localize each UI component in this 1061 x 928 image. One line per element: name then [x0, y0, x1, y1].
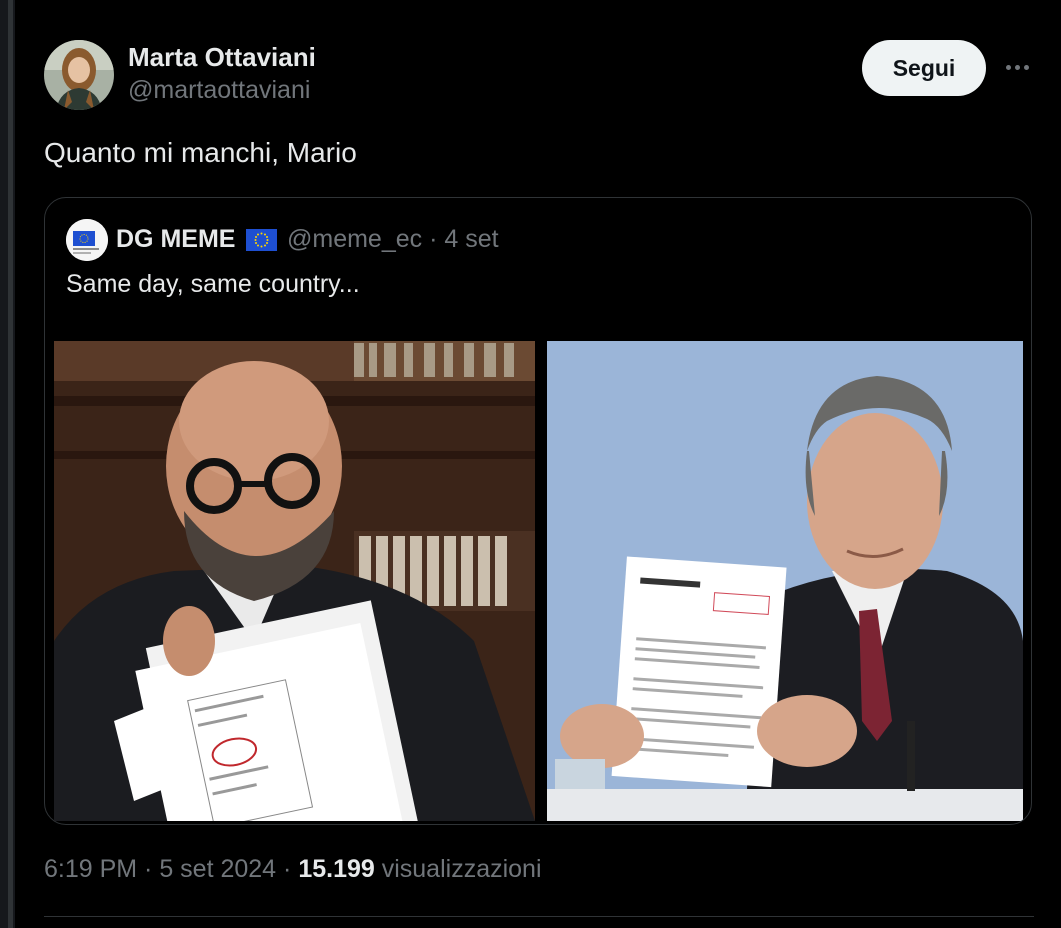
quoted-tweet[interactable]: DG MEME @meme_ec · 4 set Same day, same … — [44, 197, 1032, 825]
tweet-text: Quanto mi manchi, Mario — [44, 137, 357, 168]
author-name[interactable]: Marta Ottaviani — [128, 42, 316, 73]
left-rail — [0, 0, 15, 928]
tweet-date[interactable]: 5 set 2024 — [159, 855, 276, 883]
quoted-media[interactable] — [54, 341, 1023, 821]
eu-flag-icon — [246, 229, 277, 251]
quoted-avatar[interactable] — [66, 219, 108, 261]
more-icon[interactable] — [1000, 52, 1034, 82]
divider — [44, 916, 1034, 917]
quoted-text: Same day, same country... — [66, 270, 360, 298]
footer-separator: · — [137, 855, 160, 883]
views-label: visualizzazioni — [374, 855, 542, 883]
quoted-meta: @meme_ec · 4 set — [287, 225, 499, 254]
photo-right[interactable] — [547, 341, 1023, 821]
quoted-date[interactable]: 4 set — [444, 225, 498, 253]
tweet-footer: 6:19 PM · 5 set 2024 · 15.199 visualizza… — [44, 855, 542, 884]
author-avatar[interactable] — [44, 40, 114, 110]
quoted-author-name[interactable]: DG MEME — [116, 225, 235, 254]
views-count: 15.199 — [298, 855, 375, 883]
quoted-handle[interactable]: @meme_ec — [287, 225, 422, 253]
author-handle[interactable]: @martaottaviani — [128, 76, 310, 105]
tweet-time[interactable]: 6:19 PM — [44, 855, 137, 883]
footer-separator: · — [276, 855, 299, 883]
meta-separator: · — [422, 225, 445, 253]
follow-button[interactable]: Segui — [862, 40, 986, 96]
photo-left[interactable] — [54, 341, 535, 821]
